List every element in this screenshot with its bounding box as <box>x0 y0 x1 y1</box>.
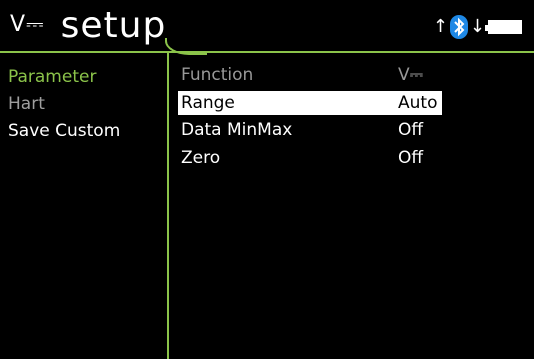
panel-divider <box>167 53 169 359</box>
dc-voltage-symbol: V⎓ <box>10 12 45 37</box>
up-arrow-icon: ↑ <box>432 16 448 37</box>
setting-row-zero[interactable]: Zero Off <box>178 146 442 170</box>
title-text: setup <box>60 5 167 46</box>
setting-label: Data MinMax <box>181 120 293 140</box>
menu-item-save-custom[interactable]: Save Custom <box>8 120 120 142</box>
setting-label: Range <box>181 93 235 113</box>
menu-item-parameter[interactable]: Parameter <box>8 66 96 88</box>
setting-value: Auto <box>398 93 438 113</box>
setting-row-data-minmax[interactable]: Data MinMax Off <box>178 118 442 142</box>
setting-label: Function <box>181 65 254 85</box>
setting-value: Off <box>398 148 424 168</box>
setting-label: Zero <box>181 148 221 168</box>
battery-icon <box>485 20 522 34</box>
menu-item-hart[interactable]: Hart <box>8 93 45 115</box>
setting-row-range[interactable]: Range Auto <box>178 91 442 115</box>
bluetooth-icon <box>449 15 468 39</box>
setting-row-function: Function V⎓ <box>178 63 442 87</box>
page-title: V⎓ setup <box>10 5 166 46</box>
setting-value: Off <box>398 120 424 140</box>
status-bar: ↑ ↓ <box>433 14 522 40</box>
header: V⎓ setup ↑ ↓ <box>0 0 534 55</box>
setting-value: V⎓ <box>398 65 424 85</box>
sidebar-menu: Parameter Hart Save Custom <box>0 53 167 359</box>
down-arrow-icon: ↓ <box>469 16 485 37</box>
